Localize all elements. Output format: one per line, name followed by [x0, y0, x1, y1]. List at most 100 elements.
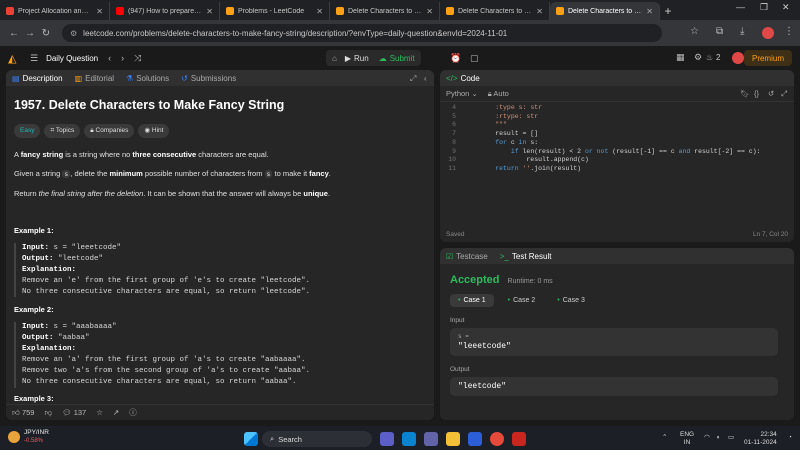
code-line: 5 :rtype: str — [440, 113, 794, 122]
case-tab[interactable]: • Case 1 — [450, 294, 494, 307]
favorite-star-icon[interactable]: ☆ — [96, 408, 103, 417]
tab-title: (947) How to prepare for p — [128, 7, 203, 15]
tab-close-icon[interactable]: ✕ — [206, 7, 213, 16]
notification-bell-icon[interactable]: ◔ — [788, 434, 792, 442]
tab-submissions[interactable]: ↺ Submissions — [181, 74, 236, 83]
settings-gear-icon[interactable]: ⚙ — [694, 52, 702, 63]
chrome-icon[interactable] — [490, 432, 504, 446]
share-icon[interactable]: ↗ — [113, 408, 119, 417]
code-editor[interactable]: 4 :type s: str 5 :rtype: str 6 """ 7 result… — [440, 102, 794, 174]
search-icon: ⌕ — [270, 434, 275, 443]
browser-tab[interactable]: Project Allocation and Gui ✕ — [0, 2, 110, 20]
browser-tab[interactable]: Delete Characters to Make ✕ — [550, 2, 660, 20]
streak-fire-icon[interactable]: ♨ — [706, 53, 713, 62]
comments-button[interactable]: 💬︎ 137 — [62, 408, 86, 417]
run-button[interactable]: Run — [354, 54, 369, 63]
code-icon: </> — [446, 73, 458, 83]
file-explorer-icon[interactable] — [446, 432, 460, 446]
edge-icon[interactable] — [402, 432, 416, 446]
debug-icon[interactable]: ⌂ — [332, 54, 337, 63]
back-icon[interactable]: ← — [6, 28, 22, 39]
tab-result-label: Test Result — [511, 251, 552, 261]
output-value: "leetcode" — [458, 382, 507, 391]
start-windows-icon[interactable] — [244, 432, 258, 446]
language-select[interactable]: Python ⌄ — [446, 89, 478, 98]
reload-icon[interactable]: ↻ — [38, 28, 54, 39]
reset-icon[interactable]: ↺ — [768, 89, 774, 98]
notes-icon[interactable]: ▢ — [470, 53, 479, 64]
minimize-icon[interactable]: — — [736, 2, 745, 12]
premium-button[interactable]: Premium — [743, 50, 792, 66]
browser-menu-icon[interactable]: ⋮ — [784, 26, 794, 37]
site-info-icon[interactable]: ⚙ — [70, 29, 77, 38]
tab-editorial[interactable]: ▥ Editorial — [75, 74, 114, 83]
tab-close-icon[interactable]: ✕ — [316, 7, 323, 16]
expand-icon[interactable]: ⤢ — [410, 74, 416, 84]
extensions-icon[interactable]: ⧉ — [716, 26, 723, 37]
tab-favicon-icon — [556, 7, 564, 15]
tab-close-icon[interactable]: ✕ — [96, 7, 103, 16]
tab-testcase[interactable]: ☑ Testcase — [446, 252, 488, 261]
browser-tab[interactable]: Delete Characters to Make ✕ — [330, 2, 440, 20]
prev-problem-icon[interactable]: ‹ — [108, 53, 111, 63]
hint-button[interactable]: ◉ Hint — [138, 124, 170, 138]
download-icon[interactable]: ⤓ — [740, 26, 744, 37]
new-tab-button[interactable]: + — [660, 2, 676, 20]
bold-text: three consecutive — [132, 149, 197, 159]
daily-question-label[interactable]: Daily Question — [46, 54, 98, 63]
language-indicator[interactable]: ENG IN — [680, 431, 694, 447]
volume-icon[interactable]: ◖ — [716, 434, 720, 442]
accepted-status: Accepted — [450, 274, 500, 286]
code-tab[interactable]: </> Code — [446, 74, 480, 83]
case-tab[interactable]: • Case 3 — [549, 294, 593, 307]
like-button[interactable]: 👍︎ 759 — [12, 408, 34, 418]
user-avatar[interactable] — [732, 52, 744, 64]
case-tab[interactable]: • Case 2 — [500, 294, 544, 307]
tray-chevron-icon[interactable]: ⌃ — [662, 434, 667, 442]
taskbar-search[interactable]: ⌕ Search — [262, 431, 372, 447]
autocomplete-toggle[interactable]: 🔒︎ Auto — [488, 89, 509, 99]
forward-icon[interactable]: → — [22, 28, 38, 39]
bookmark-star-icon[interactable]: ☆ — [690, 26, 699, 37]
submit-button[interactable]: Submit — [390, 54, 415, 63]
collapse-icon[interactable]: ‹ — [424, 74, 427, 83]
tab-close-icon[interactable]: ✕ — [646, 7, 653, 16]
shuffle-icon[interactable]: ⤨ — [134, 53, 141, 64]
text: A — [14, 149, 21, 159]
layout-icon[interactable]: ▦ — [676, 52, 685, 63]
tab-close-icon[interactable]: ✕ — [536, 7, 543, 16]
leetcode-logo-icon[interactable]: ◭ — [8, 52, 20, 65]
tab-solutions[interactable]: ⚗ Solutions — [126, 74, 169, 83]
problem-list-icon[interactable]: ☰ — [30, 53, 38, 64]
acrobat-icon[interactable] — [512, 432, 526, 446]
dislike-icon[interactable]: 👎︎ — [44, 408, 52, 418]
teams-icon[interactable] — [380, 432, 394, 446]
browser-tab[interactable]: Problems - LeetCode ✕ — [220, 2, 330, 20]
weather-widget[interactable]: JPY/INR -0.58% — [8, 429, 49, 445]
bold-text: minimum — [109, 169, 143, 179]
help-icon[interactable]: ⓘ — [129, 407, 137, 418]
battery-icon[interactable]: ▭ — [728, 434, 734, 442]
browser-tab[interactable]: Delete Characters to Make ✕ — [440, 2, 550, 20]
wifi-icon[interactable]: ◠ — [704, 434, 710, 442]
clock[interactable]: 22:34 01-11-2024 — [744, 431, 777, 447]
tab-description[interactable]: ▤ Description — [12, 74, 63, 83]
tab-test-result[interactable]: >_ Test Result — [500, 252, 552, 261]
bookmark-icon[interactable]: 🔖︎ — [740, 89, 750, 98]
url-field[interactable]: ⚙ leetcode.com/problems/delete-character… — [62, 24, 662, 42]
tab-title: Problems - LeetCode — [238, 7, 305, 15]
line-text: result = [] — [464, 130, 539, 138]
next-problem-icon[interactable]: › — [121, 53, 124, 63]
profile-avatar[interactable] — [762, 27, 774, 39]
fullscreen-icon[interactable]: ⤢ — [781, 89, 787, 99]
topics-button[interactable]: ⌗ Topics — [44, 124, 81, 138]
browser-tab[interactable]: (947) How to prepare for p ✕ — [110, 2, 220, 20]
teams-chat-icon[interactable] — [424, 432, 438, 446]
companies-button[interactable]: 🔒︎ Companies — [84, 124, 135, 138]
store-icon[interactable] — [468, 432, 482, 446]
tab-close-icon[interactable]: ✕ — [426, 7, 433, 16]
maximize-icon[interactable]: ❐ — [760, 2, 768, 13]
alarm-icon[interactable]: ⏰ — [450, 53, 461, 64]
close-window-icon[interactable]: ✕ — [782, 2, 790, 13]
format-braces-icon[interactable]: {} — [754, 89, 759, 98]
